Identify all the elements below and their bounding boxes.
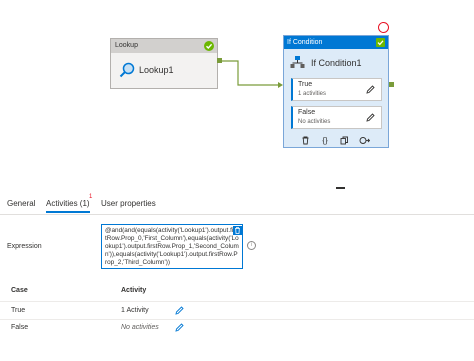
if-condition-icon bbox=[290, 56, 305, 68]
tab-divider bbox=[0, 214, 474, 215]
error-circle-icon[interactable] bbox=[378, 22, 389, 33]
if-condition-activity[interactable]: If Condition If Condition1 True 1 activi… bbox=[283, 35, 389, 148]
edit-pencil-icon[interactable] bbox=[175, 323, 184, 332]
true-branch-count: 1 activities bbox=[298, 91, 327, 97]
edit-pencil-icon[interactable] bbox=[366, 113, 375, 122]
table-row-case: True bbox=[11, 307, 26, 314]
false-branch[interactable]: False No activities bbox=[291, 106, 382, 129]
tab-activities[interactable]: Activities (1) bbox=[46, 199, 90, 213]
table-header-case: Case bbox=[11, 287, 28, 294]
table-header-activity: Activity bbox=[121, 287, 147, 294]
row-divider bbox=[0, 301, 474, 302]
if-condition-output-port[interactable] bbox=[389, 82, 394, 87]
info-icon[interactable]: i bbox=[247, 241, 256, 250]
table-row-activity: No activities bbox=[121, 324, 159, 331]
add-output-arrow-icon[interactable] bbox=[359, 136, 370, 145]
success-connector bbox=[221, 60, 283, 88]
tab-general[interactable]: General bbox=[7, 199, 35, 208]
lookup-activity[interactable]: Lookup Lookup1 bbox=[110, 38, 218, 89]
if-condition-name: If Condition1 bbox=[311, 58, 362, 68]
if-condition-header: If Condition bbox=[284, 36, 388, 49]
expression-label: Expression bbox=[7, 243, 42, 250]
copy-icon[interactable] bbox=[340, 136, 349, 145]
table-row-case: False bbox=[11, 324, 29, 331]
checkbox-checked-icon[interactable] bbox=[376, 38, 385, 47]
table-row-activity: 1 Activity bbox=[121, 307, 149, 314]
tab-user-properties[interactable]: User properties bbox=[101, 199, 156, 208]
true-branch-label: True bbox=[298, 81, 313, 88]
expression-input[interactable]: @and(and(equals(activity('Lookup1').outp… bbox=[101, 224, 243, 269]
true-branch[interactable]: True 1 activities bbox=[291, 78, 382, 101]
panel-resize-handle[interactable] bbox=[336, 187, 345, 189]
activities-badge: 1 bbox=[89, 194, 93, 200]
if-condition-header-label: If Condition bbox=[287, 39, 323, 46]
code-braces-icon[interactable]: {} bbox=[320, 136, 330, 145]
edit-pencil-icon[interactable] bbox=[175, 306, 184, 315]
delete-icon[interactable] bbox=[233, 226, 242, 235]
success-check-icon bbox=[204, 41, 214, 51]
lookup-header: Lookup bbox=[111, 39, 217, 53]
activity-toolbar: {} bbox=[301, 136, 370, 145]
search-icon bbox=[119, 62, 135, 78]
row-divider bbox=[0, 319, 474, 320]
delete-icon[interactable] bbox=[301, 136, 310, 145]
edit-pencil-icon[interactable] bbox=[366, 85, 375, 94]
lookup-name: Lookup1 bbox=[139, 65, 174, 75]
false-branch-label: False bbox=[298, 109, 316, 116]
false-branch-count: No activities bbox=[298, 119, 331, 125]
lookup-header-label: Lookup bbox=[115, 42, 138, 49]
